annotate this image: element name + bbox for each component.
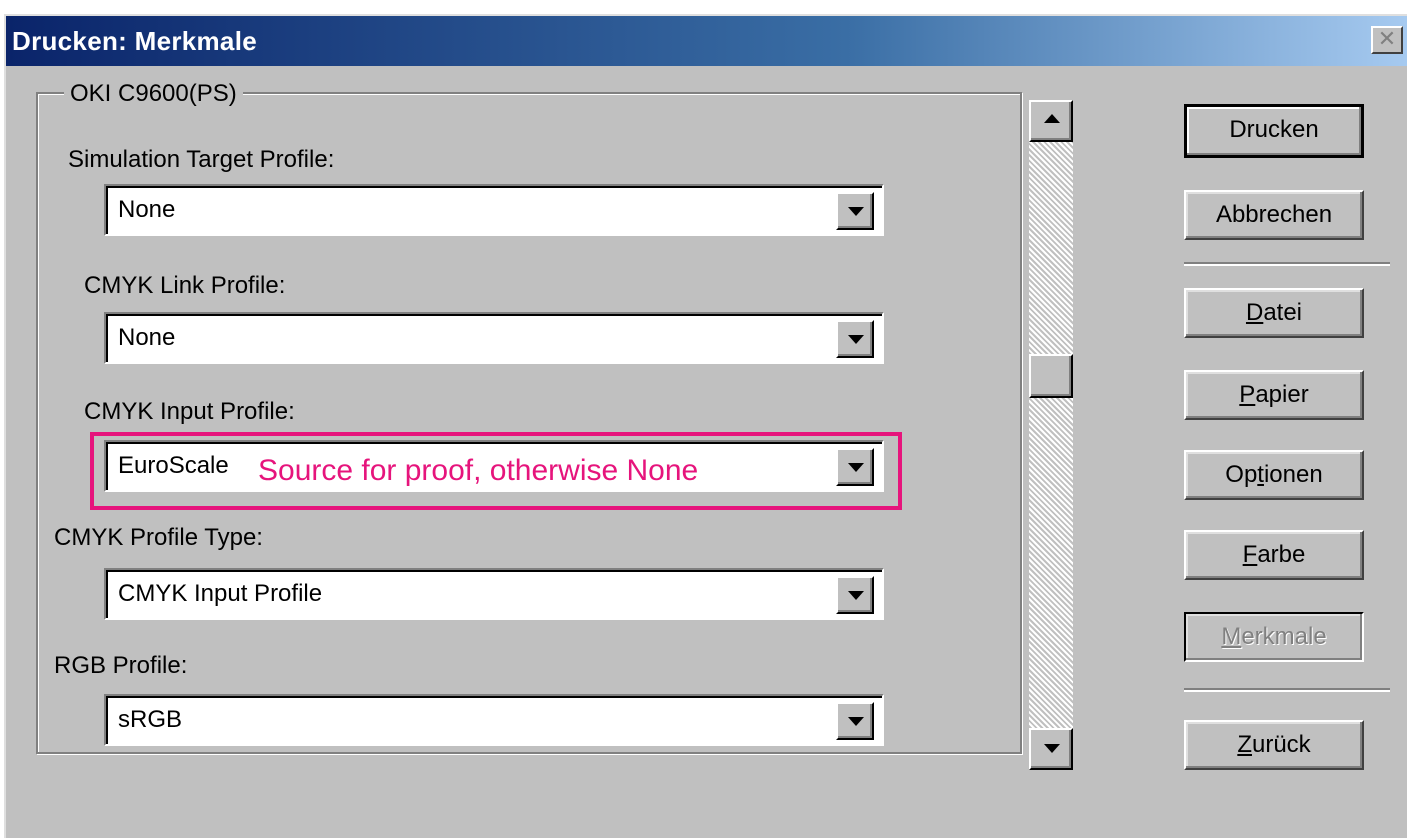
options-button[interactable]: Optionen <box>1184 450 1364 500</box>
paper-mnemonic: P <box>1239 381 1256 408</box>
annotation-text: Source for proof, otherwise None <box>258 454 699 488</box>
cmyk-input-profile-label: CMYK Input Profile: <box>84 398 295 425</box>
color-mnemonic: F <box>1242 541 1258 568</box>
print-button[interactable]: Drucken <box>1184 104 1364 158</box>
print-button-label: Drucken <box>1229 116 1319 143</box>
scroll-down-button[interactable] <box>1029 728 1073 770</box>
options-label-rest: ionen <box>1263 461 1323 488</box>
select-value: None <box>118 324 176 351</box>
select-value: CMYK Input Profile <box>118 580 323 607</box>
back-mnemonic: Z <box>1237 731 1252 758</box>
rgb-profile-select[interactable]: sRGB <box>104 694 884 746</box>
title-bar[interactable]: Drucken: Merkmale ✕ <box>6 16 1407 66</box>
features-label: erkmale <box>1241 623 1327 650</box>
close-button[interactable]: ✕ <box>1371 26 1403 54</box>
cmyk-profile-type-label: CMYK Profile Type: <box>54 524 263 551</box>
file-button[interactable]: Datei <box>1184 288 1364 338</box>
back-label: urück <box>1251 731 1311 758</box>
button-separator <box>1184 262 1390 266</box>
chevron-down-icon[interactable] <box>836 320 874 358</box>
arrow-up-icon <box>1044 114 1060 123</box>
dialog-title: Drucken: Merkmale <box>12 26 257 56</box>
close-icon: ✕ <box>1377 26 1397 51</box>
paper-button[interactable]: Papier <box>1184 370 1364 420</box>
scroll-thumb[interactable] <box>1029 354 1073 398</box>
options-mnemonic: t <box>1257 461 1264 488</box>
cancel-button[interactable]: Abbrechen <box>1184 190 1364 240</box>
select-value: None <box>118 196 176 223</box>
chevron-down-icon[interactable] <box>836 192 874 230</box>
rgb-profile-label: RGB Profile: <box>54 652 188 679</box>
simulation-target-profile-select[interactable]: None <box>104 184 884 236</box>
cmyk-profile-type-select[interactable]: CMYK Input Profile <box>104 568 884 620</box>
color-button[interactable]: Farbe <box>1184 530 1364 580</box>
scroll-up-button[interactable] <box>1029 100 1073 142</box>
file-mnemonic: D <box>1245 299 1264 326</box>
cmyk-link-profile-select[interactable]: None <box>104 312 884 364</box>
features-button[interactable]: Merkmale <box>1184 612 1364 662</box>
chevron-down-icon[interactable] <box>836 576 874 614</box>
cancel-button-label: Abbrechen <box>1215 201 1333 228</box>
select-value: sRGB <box>118 706 183 733</box>
options-label-pre: Op <box>1225 461 1258 488</box>
group-legend: OKI C9600(PS) <box>64 80 243 108</box>
simulation-target-profile-label: Simulation Target Profile: <box>68 146 335 173</box>
features-mnemonic: M <box>1221 623 1242 650</box>
arrow-down-icon <box>1044 744 1060 753</box>
paper-label: apier <box>1255 381 1309 408</box>
button-separator <box>1184 688 1390 692</box>
back-button[interactable]: Zurück <box>1184 720 1364 770</box>
chevron-down-icon[interactable] <box>836 702 874 740</box>
color-label: arbe <box>1257 541 1306 568</box>
cmyk-link-profile-label: CMYK Link Profile: <box>84 272 286 299</box>
file-label: atei <box>1263 299 1303 326</box>
vertical-scrollbar[interactable] <box>1029 100 1073 770</box>
